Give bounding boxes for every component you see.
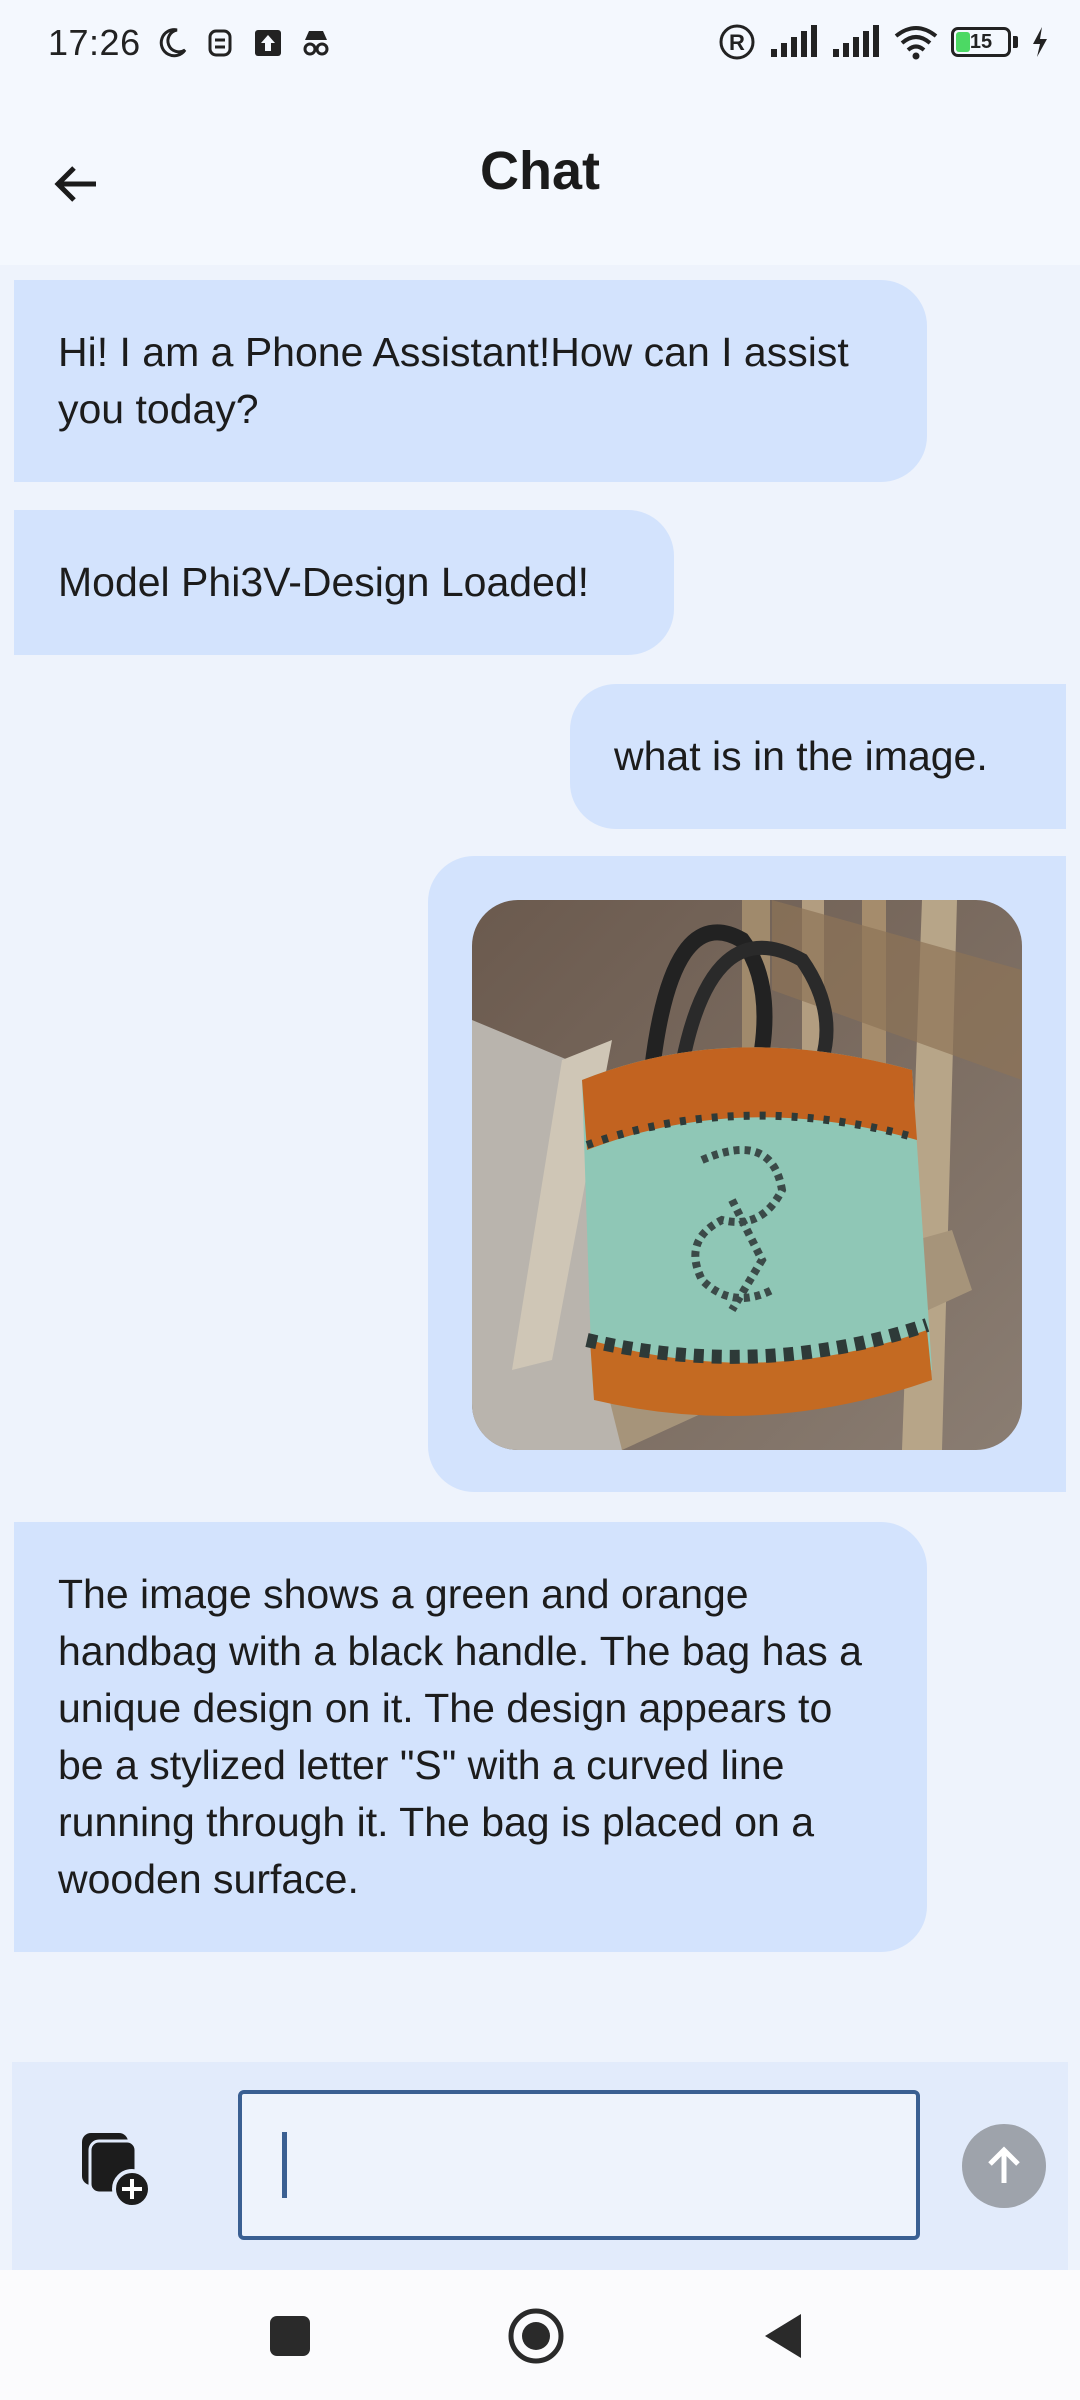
signal-icon <box>771 25 817 57</box>
message-input[interactable] <box>238 2090 920 2240</box>
battery-fill <box>956 32 970 52</box>
knitted-handbag-photo <box>472 900 1022 1450</box>
message-text: Hi! I am a Phone Assistant!How can I ass… <box>58 329 849 432</box>
moon-icon <box>159 28 186 58</box>
assistant-message: The image shows a green and orange handb… <box>14 1522 927 1952</box>
home-circle-icon <box>508 2308 564 2364</box>
battery-cap <box>1013 36 1018 48</box>
assistant-message: Model Phi3V-Design Loaded! <box>14 510 674 655</box>
user-message: what is in the image. <box>570 684 1066 829</box>
svg-text:R: R <box>729 30 745 55</box>
message-text: Model Phi3V-Design Loaded! <box>58 559 590 605</box>
message-text: what is in the image. <box>614 733 988 779</box>
system-nav-bar <box>0 2270 1080 2400</box>
recents-square-icon <box>270 2316 310 2356</box>
status-bar: 17:26 R 15 <box>0 0 1080 100</box>
incognito-icon <box>303 31 329 56</box>
page-title: Chat <box>480 141 600 201</box>
attach-image-button[interactable] <box>67 2120 167 2220</box>
text-cursor <box>282 2132 287 2198</box>
status-right: R 15 <box>717 22 1050 62</box>
arrow-up-icon <box>988 2146 1020 2183</box>
battery-level: 15 <box>969 30 993 53</box>
message-text: The image shows a green and orange handb… <box>58 1571 862 1902</box>
battery-indicator: 15 <box>951 27 1011 57</box>
home-button[interactable] <box>506 2306 566 2366</box>
charging-bolt-icon <box>1033 27 1047 57</box>
signal-icon <box>833 25 879 57</box>
app-bar: Chat <box>0 100 1080 265</box>
assistant-message: Hi! I am a Phone Assistant!How can I ass… <box>14 280 927 482</box>
send-button[interactable] <box>962 2124 1046 2208</box>
upload-icon <box>254 30 281 56</box>
registered-icon: R <box>719 24 755 60</box>
composer-bar <box>12 2062 1068 2270</box>
back-triangle-icon <box>765 2314 801 2358</box>
user-image-message <box>428 856 1066 1492</box>
status-left: 17:26 <box>48 22 333 64</box>
chat-image[interactable] <box>472 900 1022 1450</box>
status-time: 17:26 <box>48 22 141 63</box>
face-unlock-icon <box>208 29 232 57</box>
add-image-icon <box>82 2133 152 2209</box>
recents-button[interactable] <box>260 2306 320 2366</box>
wifi-icon <box>894 26 938 60</box>
nav-back-button[interactable] <box>754 2306 814 2366</box>
